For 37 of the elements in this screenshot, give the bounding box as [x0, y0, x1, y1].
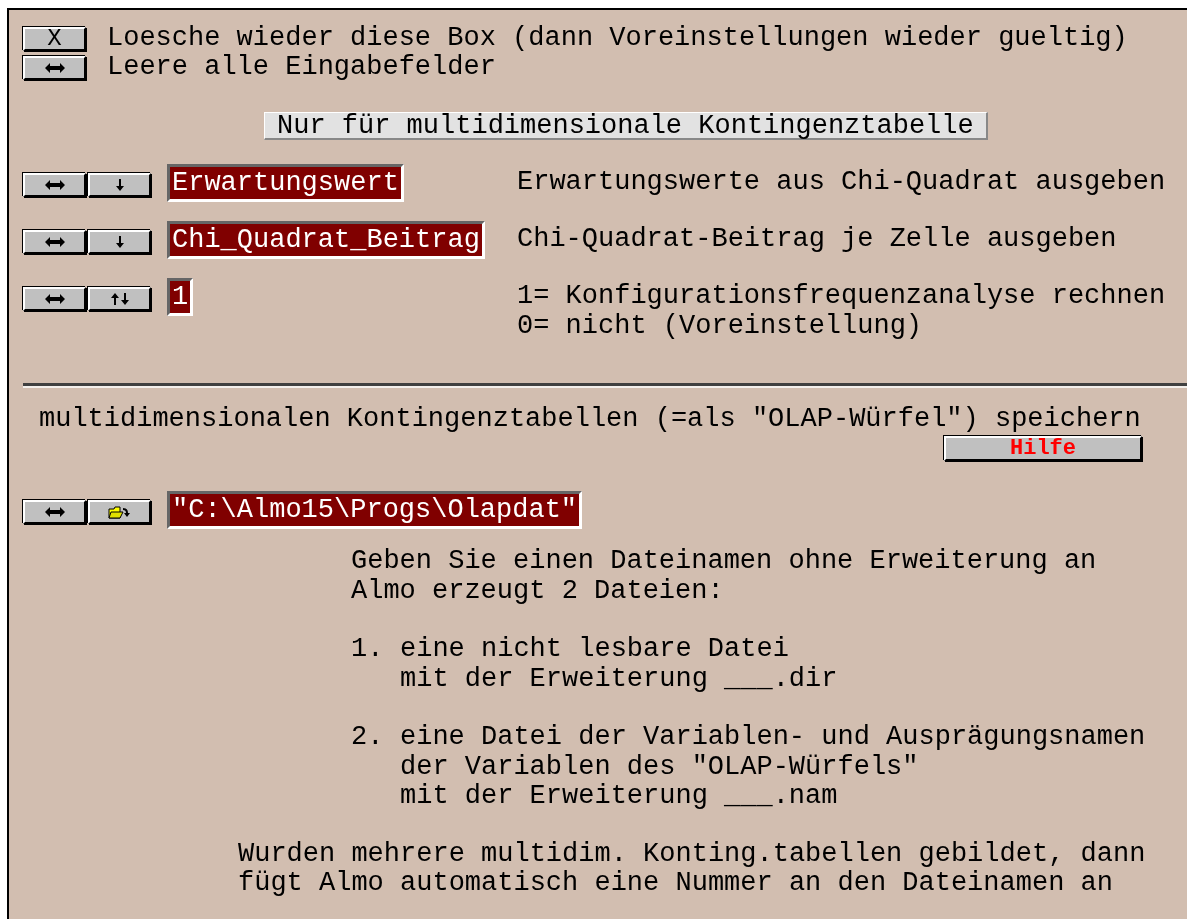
help-text: eine Datei der Variablen- und Ausprägungsnamen: [400, 723, 1146, 753]
help-text: mit der Erweiterung ___.dir: [400, 664, 838, 694]
input-field[interactable]: Erwartungswert: [167, 164, 404, 202]
select-button[interactable]: [88, 287, 151, 311]
action-label: Leere alle Eingabefelder: [107, 53, 496, 82]
input-field[interactable]: 1: [167, 278, 194, 316]
browse-button[interactable]: [88, 500, 151, 524]
option-description: 1= Konfigurationsfrequenzanalyse rechnen: [517, 282, 1166, 312]
list-number: 1.: [351, 635, 385, 666]
up-down-arrows-icon: [109, 292, 130, 306]
option-description: Chi-Quadrat-Beitrag je Zelle ausgeben: [517, 225, 1117, 255]
help-text: eine nicht lesbare Datei: [400, 635, 790, 665]
help-text: Almo erzeugt 2 Dateien:: [351, 576, 725, 606]
clear-button[interactable]: [23, 500, 86, 524]
help-text: fügt Almo automatisch eine Nummer an den Dateinamen an: [238, 869, 1114, 899]
down-arrow-icon: [113, 235, 126, 249]
folder-icon: [107, 505, 132, 519]
help-text: mit der Erweiterung ___.nam: [400, 782, 839, 812]
action-label: Loesche wieder diese Box (dann Voreinstellungen wieder gueltig): [107, 24, 1128, 53]
section-button[interactable]: Nur für multidimensionale Kontingenztabelle: [264, 112, 988, 140]
clear-button[interactable]: [23, 287, 86, 311]
help-text: der Variablen des "OLAP-Würfels": [400, 752, 920, 782]
delete-button[interactable]: X: [23, 26, 86, 51]
select-button[interactable]: [88, 230, 151, 254]
help-text: Wurden mehrere multidim. Konting.tabellen gebildet, dann: [238, 839, 1147, 869]
down-arrow-icon: [113, 178, 126, 192]
list-number: 2.: [351, 723, 385, 754]
input-field[interactable]: Chi_Quadrat_Beitrag: [167, 221, 485, 259]
select-button[interactable]: [88, 173, 151, 197]
option-description: Erwartungswerte aus Chi-Quadrat ausgeben: [517, 168, 1166, 198]
option-description: 0= nicht (Voreinstellung): [517, 311, 924, 341]
section-title: multidimensionalen Kontingenztabellen (=als "OLAP-Würfel") speichern: [39, 404, 1142, 434]
clear-button[interactable]: [23, 230, 86, 254]
clear-button[interactable]: [23, 173, 86, 197]
clear-button[interactable]: [23, 55, 86, 80]
help-text: Geben Sie einen Dateinamen ohne Erweiterung an: [351, 547, 1098, 577]
path-field[interactable]: "C:\Almo15\Progs\Olapdat": [167, 491, 583, 529]
